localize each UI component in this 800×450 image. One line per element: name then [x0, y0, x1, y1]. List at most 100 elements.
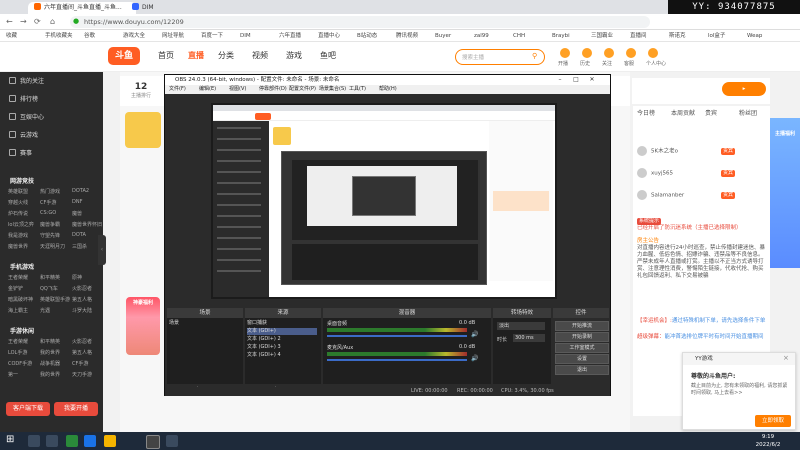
bookmark-item[interactable]: Buyer: [435, 31, 451, 41]
sidebar-group-title[interactable]: 手机游戏: [10, 262, 34, 271]
sidebar-item[interactable]: 我的关注: [9, 76, 44, 85]
sidebar-bottom-button[interactable]: 客户端下载: [6, 402, 50, 416]
bookmark-item[interactable]: CHH: [513, 31, 525, 41]
sidebar-game-link[interactable]: 火影忍者: [72, 285, 92, 292]
sidebar-game-link[interactable]: lol云顶之弈: [8, 221, 34, 228]
sidebar-game-link[interactable]: 王者荣耀: [8, 338, 28, 345]
sidebar-game-link[interactable]: LOL手游: [8, 349, 27, 356]
sidebar-game-link[interactable]: DNF: [72, 199, 82, 205]
chat-tab[interactable]: 粉丝团: [739, 108, 757, 117]
sidebar-game-link[interactable]: 炉石传说: [8, 210, 28, 217]
sidebar-game-link[interactable]: 我是游戏: [8, 232, 28, 239]
browser-tab-dim[interactable]: DIM: [126, 2, 198, 14]
obs-taskbar-icon[interactable]: [146, 435, 160, 449]
bookmark-item[interactable]: 直播间: [630, 31, 647, 41]
taskview-icon[interactable]: [46, 435, 58, 447]
search-icon[interactable]: ⚲: [532, 52, 537, 60]
obs-menu-item[interactable]: 停靠部件(D): [259, 85, 287, 94]
obs-menu-item[interactable]: 场景集合(S): [319, 85, 346, 94]
bookmark-item[interactable]: DIM: [240, 31, 251, 41]
close-icon[interactable]: ✕: [585, 75, 599, 85]
obs-preview[interactable]: [211, 103, 557, 299]
bookmark-item[interactable]: 斯诺克: [669, 31, 686, 41]
source-item[interactable]: 文本 (GDI+): [247, 328, 317, 335]
bookmark-item[interactable]: 腾讯视频: [396, 31, 418, 41]
scene-item[interactable]: 场景: [169, 320, 239, 327]
search-taskbar-icon[interactable]: [28, 435, 40, 447]
nav-live[interactable]: 直播: [188, 50, 204, 61]
popup-close-icon[interactable]: ×: [783, 354, 789, 362]
sidebar-game-link[interactable]: 英雄联盟: [8, 188, 28, 195]
nav-video[interactable]: 视频: [252, 50, 268, 61]
sidebar-game-link[interactable]: 第五人格: [72, 296, 92, 303]
forward-icon[interactable]: →: [20, 17, 27, 26]
obs-menu-item[interactable]: 视图(V): [229, 85, 246, 94]
sidebar-game-link[interactable]: 斗罗大陆: [72, 307, 92, 314]
sidebar-game-link[interactable]: 王者荣耀: [8, 274, 28, 281]
sidebar-game-link[interactable]: 魔兽世界: [8, 243, 28, 250]
sidebar-game-link[interactable]: 我的世界: [40, 371, 60, 378]
transition-select[interactable]: 淡出: [497, 322, 545, 330]
obs-menu-item[interactable]: 文件(F): [169, 85, 186, 94]
bookmark-item[interactable]: 游戏大全: [123, 31, 145, 41]
source-item[interactable]: 文本 (GDI+) 2: [247, 336, 317, 343]
obs-menu-item[interactable]: 编辑(E): [199, 85, 216, 94]
sidebar-game-link[interactable]: 魔兽: [72, 210, 82, 217]
sidebar-item[interactable]: 排行榜: [9, 94, 38, 103]
sidebar-game-link[interactable]: 海上霸主: [8, 307, 28, 314]
source-item[interactable]: 文本 (GDI+) 4: [247, 352, 317, 359]
bookmark-item[interactable]: 手机收藏夹: [45, 31, 73, 41]
folder-icon[interactable]: [104, 435, 116, 447]
header-2-icon[interactable]: [604, 48, 614, 58]
control-button[interactable]: 工作室模式: [555, 343, 609, 353]
sidebar-game-link[interactable]: 火影忍者: [72, 338, 92, 345]
bookmark-item[interactable]: 收藏: [6, 31, 17, 41]
sidebar-group-title[interactable]: 网游竞技: [10, 176, 34, 185]
sidebar-game-link[interactable]: 我的世界: [40, 349, 60, 356]
sidebar-game-link[interactable]: 英雄联盟手游: [40, 296, 70, 303]
reload-icon[interactable]: ⟳: [34, 17, 41, 26]
bookmark-item[interactable]: B站动态: [357, 31, 377, 41]
sidebar-game-link[interactable]: 第一: [8, 371, 18, 378]
rank-block[interactable]: 12 主播排行: [124, 82, 158, 104]
sidebar-game-link[interactable]: DOTA2: [72, 188, 89, 194]
minimize-icon[interactable]: –: [553, 75, 567, 85]
sidebar-game-link[interactable]: QQ飞车: [40, 285, 58, 292]
sidebar-game-link[interactable]: 天刀手游: [72, 371, 92, 378]
header-3-icon[interactable]: [626, 48, 636, 58]
system-clock[interactable]: 9:19 2022/6/2: [748, 433, 788, 449]
sidebar-game-link[interactable]: DOTA: [72, 232, 86, 238]
url-input[interactable]: https://www.douyu.com/12209: [70, 16, 650, 28]
volume-slider[interactable]: [327, 335, 467, 337]
maximize-icon[interactable]: □: [569, 75, 583, 85]
sidebar-game-link[interactable]: 天涯明月刀: [40, 243, 65, 250]
search-input[interactable]: 搜索主播 ⚲: [455, 49, 545, 65]
sidebar-game-link[interactable]: 和平精英: [40, 338, 60, 345]
control-button[interactable]: 退出: [555, 365, 609, 375]
bookmark-item[interactable]: 三国霸业: [591, 31, 613, 41]
home-icon[interactable]: ⌂: [50, 17, 55, 26]
sidebar-game-link[interactable]: 魔兽世界怀旧: [72, 221, 102, 228]
sidebar-game-link[interactable]: CF手游: [72, 360, 88, 367]
sidebar-game-link[interactable]: 热门游戏: [40, 188, 60, 195]
sidebar-game-link[interactable]: 战争机器: [40, 360, 60, 367]
sidebar-game-link[interactable]: 金铲铲: [8, 285, 23, 292]
nav-fishbar[interactable]: 鱼吧: [320, 50, 336, 61]
sidebar-item[interactable]: 互娱中心: [9, 112, 44, 121]
app-icon[interactable]: [66, 435, 78, 447]
right-ad-banner[interactable]: 主播福利: [770, 118, 800, 268]
bookmark-item[interactable]: lol盒子: [708, 31, 725, 41]
sidebar-collapse-icon[interactable]: ‹: [98, 235, 106, 265]
nav-home[interactable]: 首页: [158, 50, 174, 61]
bookmark-item[interactable]: 谷歌: [84, 31, 95, 41]
sidebar-game-link[interactable]: CODF手游: [8, 360, 32, 367]
browser-tab-douyu[interactable]: 六年直播间_斗鱼直播_斗鱼...: [28, 2, 136, 14]
chat-tab[interactable]: 本周贡献: [671, 108, 695, 117]
bookmark-item[interactable]: 直播中心: [318, 31, 340, 41]
sidebar-game-link[interactable]: 三国杀: [72, 243, 87, 250]
sidebar-game-link[interactable]: 穿越火线: [8, 199, 28, 206]
nav-category[interactable]: 分类: [218, 50, 234, 61]
sidebar-game-link[interactable]: 和平精英: [40, 274, 60, 281]
speaker-icon[interactable]: 🔊: [471, 331, 478, 338]
header-0-icon[interactable]: [560, 48, 570, 58]
